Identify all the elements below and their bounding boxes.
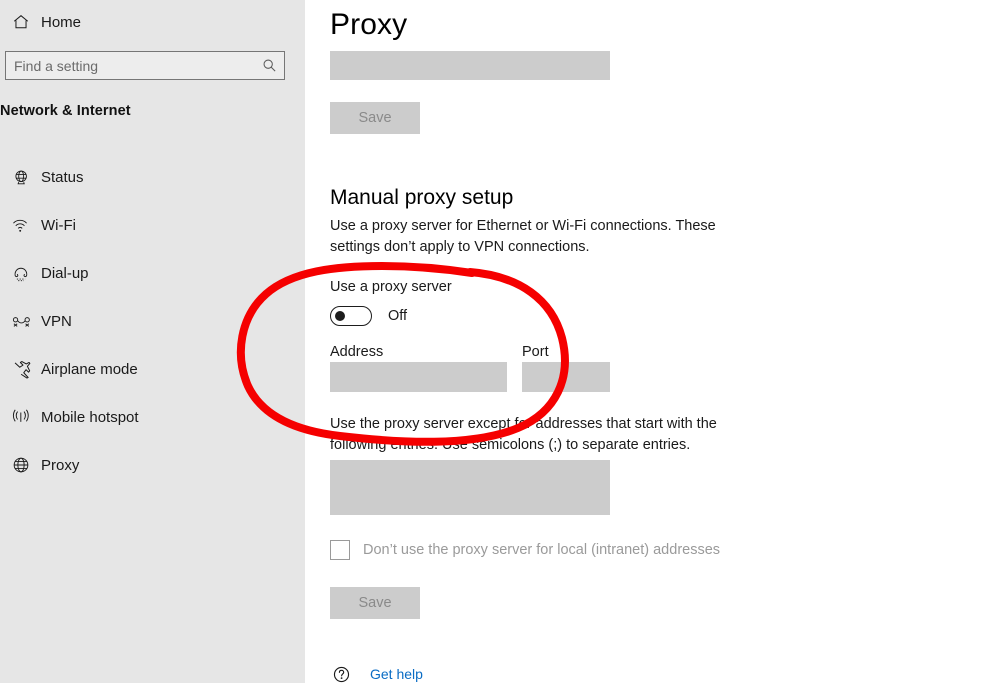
get-help-link[interactable]: Get help [370, 666, 423, 682]
hotspot-icon [6, 408, 36, 426]
sidebar-item-dialup[interactable]: Dial-up [0, 249, 305, 297]
wifi-icon [6, 217, 36, 234]
toggle-state-label: Off [388, 308, 408, 324]
sidebar-item-home[interactable]: Home [0, 5, 305, 39]
help-icon [330, 663, 352, 683]
bypass-local-label: Don’t use the proxy server for local (in… [363, 542, 721, 558]
port-label: Port [522, 344, 549, 360]
sidebar-home-label: Home [41, 13, 82, 31]
home-icon [6, 13, 36, 31]
search-input[interactable] [6, 52, 254, 79]
sidebar-item-label: VPN [41, 312, 72, 330]
sidebar-item-wifi[interactable]: Wi-Fi [0, 201, 305, 249]
manual-proxy-description: Use a proxy server for Ethernet or Wi-Fi… [330, 218, 716, 255]
sidebar-item-label: Proxy [41, 456, 80, 474]
use-proxy-server-toggle-row: Off [330, 306, 407, 326]
sidebar-item-mobile-hotspot[interactable]: Mobile hotspot [0, 393, 305, 441]
use-proxy-server-label: Use a proxy server [330, 279, 452, 295]
sidebar-nav-list: Status Wi-Fi Dial-up VPN Airplane mode M… [0, 153, 305, 489]
address-label: Address [330, 344, 384, 360]
bypass-local-checkbox[interactable] [330, 540, 350, 560]
exceptions-description: Use the proxy server except for addresse… [330, 416, 717, 453]
script-address-input[interactable] [330, 51, 610, 80]
bypass-local-row[interactable]: Don’t use the proxy server for local (in… [330, 540, 720, 560]
main-content: Proxy Save Manual proxy setup Use a prox… [305, 0, 992, 683]
save-button-auto[interactable]: Save [330, 102, 420, 134]
settings-window: Home Network & Internet [0, 0, 992, 683]
sidebar-item-status[interactable]: Status [0, 153, 305, 201]
exceptions-input[interactable] [330, 460, 610, 515]
sidebar-item-airplane-mode[interactable]: Airplane mode [0, 345, 305, 393]
sidebar-category-title: Network & Internet [0, 103, 131, 119]
airplane-icon [6, 360, 36, 379]
sidebar-item-label: Dial-up [41, 264, 89, 282]
get-help-row[interactable]: Get help [330, 663, 423, 683]
sidebar-item-label: Status [41, 168, 84, 186]
toggle-knob [335, 311, 345, 321]
globe-status-icon [6, 169, 36, 186]
sidebar-item-label: Airplane mode [41, 360, 138, 378]
use-proxy-server-toggle[interactable] [330, 306, 372, 326]
sidebar-item-label: Wi-Fi [41, 216, 76, 234]
sidebar: Home Network & Internet [0, 0, 305, 683]
globe-icon [6, 456, 36, 474]
address-input[interactable] [330, 362, 507, 392]
page-title: Proxy [330, 8, 408, 42]
sidebar-item-proxy[interactable]: Proxy [0, 441, 305, 489]
dialup-icon [6, 265, 36, 282]
sidebar-item-label: Mobile hotspot [41, 408, 139, 426]
vpn-icon [6, 314, 36, 329]
search-icon[interactable] [254, 52, 284, 79]
save-button-manual[interactable]: Save [330, 587, 420, 619]
port-input[interactable] [522, 362, 610, 392]
manual-proxy-setup-heading: Manual proxy setup [330, 186, 514, 210]
sidebar-item-vpn[interactable]: VPN [0, 297, 305, 345]
search-setting-box[interactable] [5, 51, 285, 80]
